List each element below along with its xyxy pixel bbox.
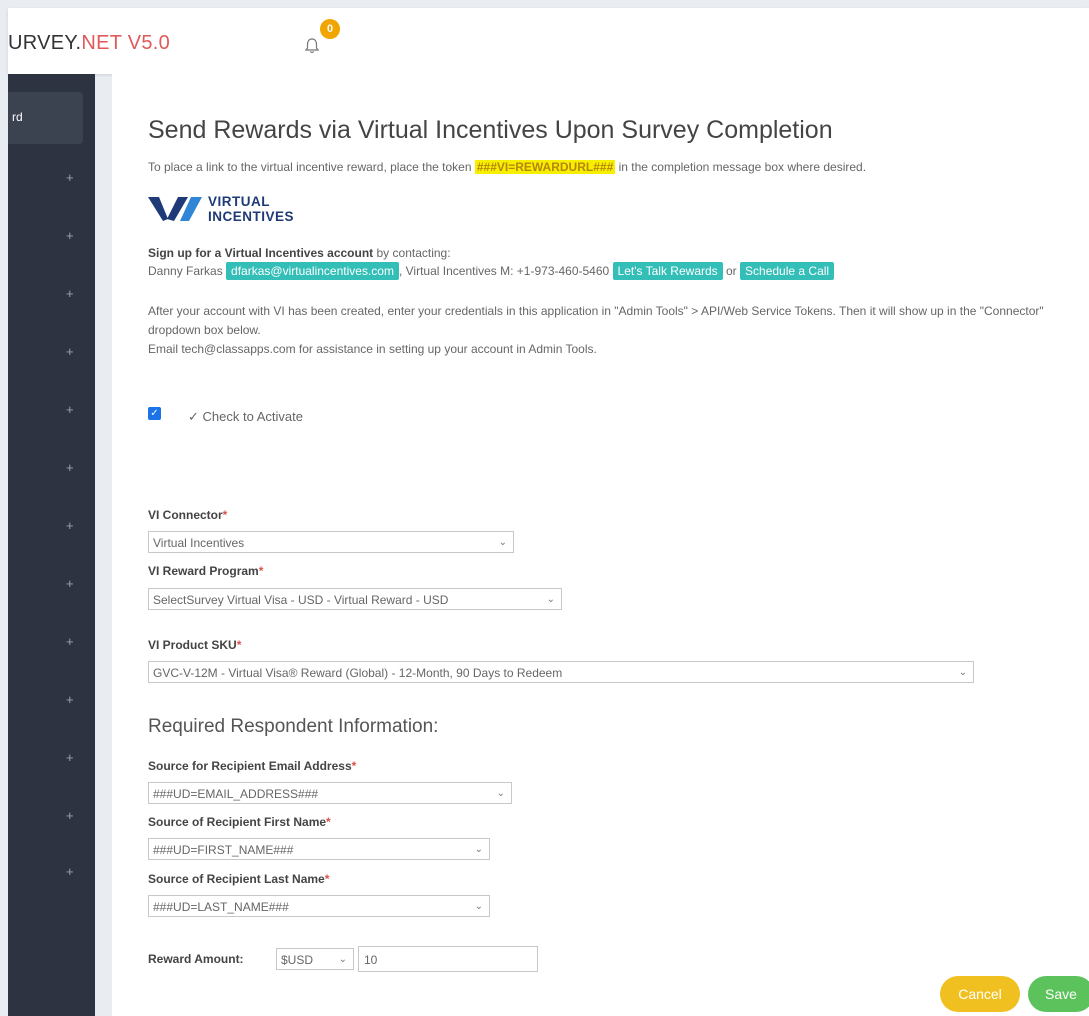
email-source-label: Source for Recipient Email Address* [148,759,356,773]
first-name-source-select[interactable]: ###UD=FIRST_NAME### ⌄ [148,838,490,860]
sidebar-expand-icon[interactable]: + [66,228,74,243]
last-name-source-label: Source of Recipient Last Name* [148,872,329,886]
chevron-down-icon: ⌄ [474,901,483,912]
respondent-info-heading: Required Respondent Information: [148,716,439,737]
sidebar-item-label: rd [12,110,23,124]
signup-info: Sign up for a Virtual Incentives account… [148,244,835,280]
brand-version: V5.0 [121,32,171,54]
required-mark: * [324,872,330,886]
contact-name: Danny Farkas [148,264,223,278]
reward-amount-input[interactable]: 10 [358,946,538,972]
connector-label-text: VI Connector [148,508,223,522]
connector-value: Virtual Incentives [153,536,245,550]
reward-program-select[interactable]: SelectSurvey Virtual Visa - USD - Virtua… [148,588,562,610]
program-label-text: VI Reward Program [148,564,259,578]
first-name-source-label: Source of Recipient First Name* [148,815,331,829]
vi-logo-icon [148,197,202,221]
intro-before: To place a link to the virtual incentive… [148,160,475,174]
signup-bold: Sign up for a Virtual Incentives account [148,246,374,260]
required-mark: * [258,564,264,578]
sidebar-item-dashboard[interactable]: rd [8,92,83,144]
required-mark: * [222,508,228,522]
required-mark: * [326,815,331,829]
contact-email-link[interactable]: dfarkas@virtualincentives.com [226,262,399,280]
setup-paragraph: After your account with VI has been crea… [148,304,1044,337]
support-email-text: Email tech@classapps.com for assistance … [148,342,597,356]
connector-select[interactable]: Virtual Incentives ⌄ [148,531,514,553]
chevron-down-icon: ⌄ [498,537,507,548]
sidebar-expand-icon[interactable]: + [66,576,74,591]
sidebar-expand-icon[interactable]: + [66,750,74,765]
program-value: SelectSurvey Virtual Visa - USD - Virtua… [153,593,449,607]
chevron-down-icon: ⌄ [474,844,483,855]
last-label-text: Source of Recipient Last Name [148,872,325,886]
last-name-source-select[interactable]: ###UD=LAST_NAME### ⌄ [148,895,490,917]
brand-net: NET [81,32,122,54]
setup-instructions: After your account with VI has been crea… [148,302,1088,359]
chevron-down-icon: ⌄ [338,954,347,965]
lets-talk-rewards-button[interactable]: Let's Talk Rewards [612,262,723,280]
save-button[interactable]: Save [1028,976,1089,1012]
contact-line: Danny Farkas dfarkas@virtualincentives.c… [148,262,835,280]
or-text: or [722,264,741,278]
sidebar-expand-icon[interactable]: + [66,170,74,185]
product-sku-select[interactable]: GVC-V-12M - Virtual Visa® Reward (Global… [148,661,974,683]
sidebar-expand-icon[interactable]: + [66,460,74,475]
email-source-select[interactable]: ###UD=EMAIL_ADDRESS### ⌄ [148,782,512,804]
sidebar-expand-icon[interactable]: + [66,692,74,707]
intro-after: in the completion message box where desi… [615,160,867,174]
currency-select[interactable]: $USD ⌄ [276,948,354,970]
activate-checkbox[interactable]: ✓ [148,407,161,420]
page-title: Send Rewards via Virtual Incentives Upon… [148,116,833,144]
logo-text: VIRTUAL INCENTIVES [208,194,294,224]
email-label-text: Source for Recipient Email Address [148,759,352,773]
sku-value: GVC-V-12M - Virtual Visa® Reward (Global… [153,666,563,680]
reward-amount-label: Reward Amount: [148,952,244,966]
signup-line: Sign up for a Virtual Incentives account… [148,244,834,262]
notification-badge[interactable]: 0 [320,19,340,39]
required-mark: * [351,759,357,773]
sku-label: VI Product SKU* [148,638,241,652]
email-source-value: ###UD=EMAIL_ADDRESS### [153,787,319,801]
contact-phone: , Virtual Incentives M: +1-973-460-5460 [398,264,610,278]
sidebar-expand-icon[interactable]: + [66,634,74,649]
first-label-text: Source of Recipient First Name [148,815,327,829]
last-name-source-value: ###UD=LAST_NAME### [153,900,289,914]
cancel-button[interactable]: Cancel [940,976,1020,1012]
sidebar-expand-icon[interactable]: + [66,344,74,359]
logo-line1: VIRTUAL [208,194,270,209]
activate-label: ✓ Check to Activate [188,409,303,424]
currency-value: $USD [281,953,314,967]
bell-icon[interactable] [302,36,322,56]
intro-text: To place a link to the virtual incentive… [148,160,866,174]
app-brand[interactable]: URVEY.NET V5.0 [8,32,170,55]
schedule-call-button[interactable]: Schedule a Call [740,262,835,280]
chevron-down-icon: ⌄ [958,667,967,678]
required-mark: * [236,638,242,652]
program-label: VI Reward Program* [148,564,263,578]
main-panel: Send Rewards via Virtual Incentives Upon… [112,74,1089,1016]
chevron-down-icon: ⌄ [546,594,555,605]
connector-label: VI Connector* [148,508,227,522]
sidebar: rd + + + + + + + + + + + + + [8,74,95,1016]
sidebar-expand-icon[interactable]: + [66,864,74,879]
top-bar: URVEY.NET V5.0 0 [8,8,1089,74]
sku-label-text: VI Product SKU [148,638,237,652]
sidebar-expand-icon[interactable]: + [66,286,74,301]
virtual-incentives-logo: VIRTUAL INCENTIVES [148,192,348,228]
brand-prefix: URVEY. [8,32,82,54]
reward-url-token: ###VI=REWARDURL### [474,160,616,174]
sidebar-expand-icon[interactable]: + [66,808,74,823]
sidebar-expand-icon[interactable]: + [66,518,74,533]
chevron-down-icon: ⌄ [496,788,505,799]
first-name-source-value: ###UD=FIRST_NAME### [153,843,294,857]
signup-rest: by contacting: [373,246,451,260]
logo-line2: INCENTIVES [208,209,295,224]
sidebar-expand-icon[interactable]: + [66,402,74,417]
